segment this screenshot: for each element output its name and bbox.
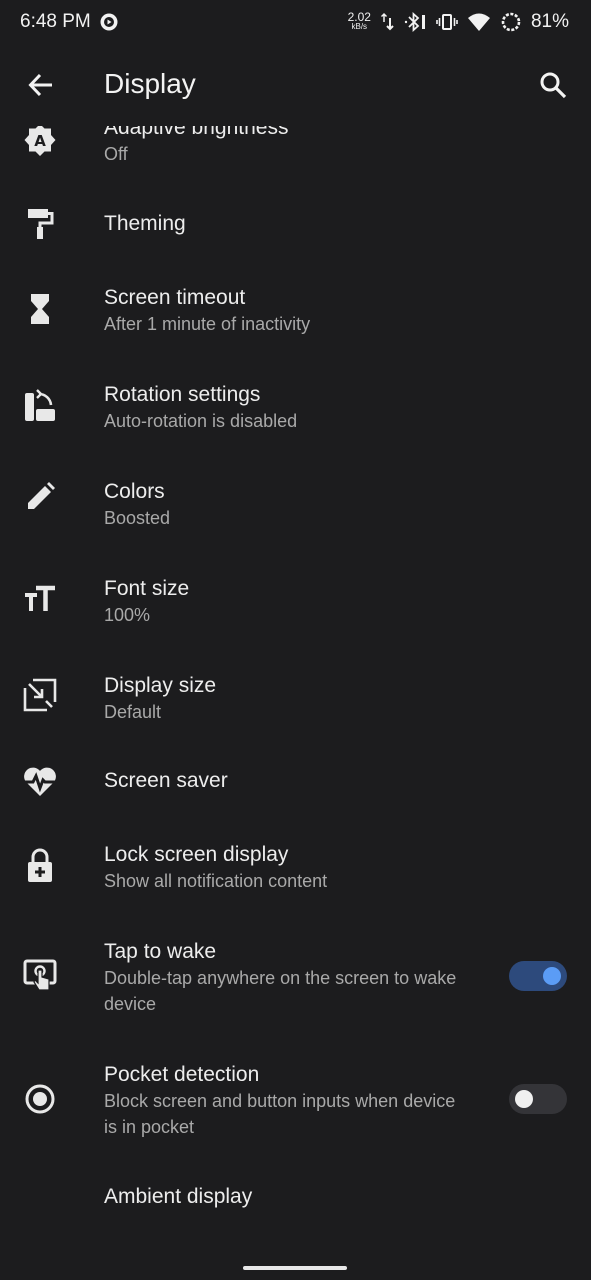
item-title: Lock screen display — [104, 843, 289, 866]
list-item-ambient-display[interactable]: Ambient display — [0, 1170, 591, 1228]
list-item-font-size[interactable]: Font size 100% — [0, 572, 591, 642]
item-subtitle: Block screen and button inputs when devi… — [104, 1091, 456, 1137]
toggle-knob — [543, 967, 561, 985]
item-subtitle: 100% — [104, 605, 151, 625]
item-title: Screen saver — [104, 769, 228, 792]
search-icon — [540, 72, 567, 99]
item-title: Rotation settings — [104, 383, 261, 406]
tap-screen-icon — [22, 957, 58, 993]
pocket-detection-toggle[interactable] — [509, 1084, 567, 1114]
item-subtitle: Boosted — [104, 508, 171, 528]
item-title: Ambient display — [104, 1185, 253, 1208]
item-title: Font size — [104, 577, 190, 600]
item-title: Pocket detection — [104, 1063, 260, 1086]
page-title: Display — [104, 68, 196, 99]
settings-list: A Adaptive brightness Off Theming Screen… — [0, 0, 591, 1280]
list-item-screen-saver[interactable]: Screen saver — [0, 753, 591, 811]
list-item-colors[interactable]: Colors Boosted — [0, 475, 591, 545]
list-item-theming[interactable]: Theming — [0, 196, 591, 254]
item-subtitle: Auto-rotation is disabled — [104, 411, 298, 431]
font-size-icon — [22, 581, 58, 617]
screen-rotation-icon — [22, 388, 58, 424]
brightness-auto-icon: A — [22, 122, 58, 158]
back-button[interactable] — [26, 70, 56, 100]
item-title: Colors — [104, 480, 165, 503]
display-size-icon — [22, 677, 58, 713]
item-subtitle: Default — [104, 702, 162, 722]
search-button[interactable] — [537, 69, 569, 101]
list-item-tap-to-wake[interactable]: Tap to wake Double-tap anywhere on the s… — [0, 935, 591, 1025]
list-item-rotation-settings[interactable]: Rotation settings Auto-rotation is disab… — [0, 378, 591, 448]
item-subtitle: After 1 minute of inactivity — [104, 314, 311, 334]
app-bar: Display — [0, 44, 591, 126]
item-title: Display size — [104, 674, 217, 697]
paint-roller-icon — [22, 206, 58, 242]
svg-text:A: A — [34, 132, 46, 150]
pencil-icon — [22, 479, 58, 515]
item-title: Theming — [104, 212, 186, 235]
item-title: Tap to wake — [104, 940, 217, 963]
item-title: Screen timeout — [104, 286, 246, 309]
toggle-knob — [515, 1090, 533, 1108]
item-subtitle: Double-tap anywhere on the screen to wak… — [104, 968, 457, 1014]
radio-target-icon — [22, 1081, 58, 1117]
item-subtitle: Show all notification content — [104, 871, 328, 891]
lock-add-icon — [22, 848, 58, 884]
hourglass-icon — [22, 291, 58, 327]
arrow-back-icon — [28, 73, 52, 97]
list-item-pocket-detection[interactable]: Pocket detection Block screen and button… — [0, 1058, 591, 1148]
item-subtitle: Off — [104, 144, 128, 164]
list-item-lock-screen-display[interactable]: Lock screen display Show all notificatio… — [0, 838, 591, 908]
list-item-display-size[interactable]: Display size Default — [0, 669, 591, 739]
heartbeat-icon — [22, 763, 58, 799]
tap-to-wake-toggle[interactable] — [509, 961, 567, 991]
list-item-screen-timeout[interactable]: Screen timeout After 1 minute of inactiv… — [0, 281, 591, 351]
